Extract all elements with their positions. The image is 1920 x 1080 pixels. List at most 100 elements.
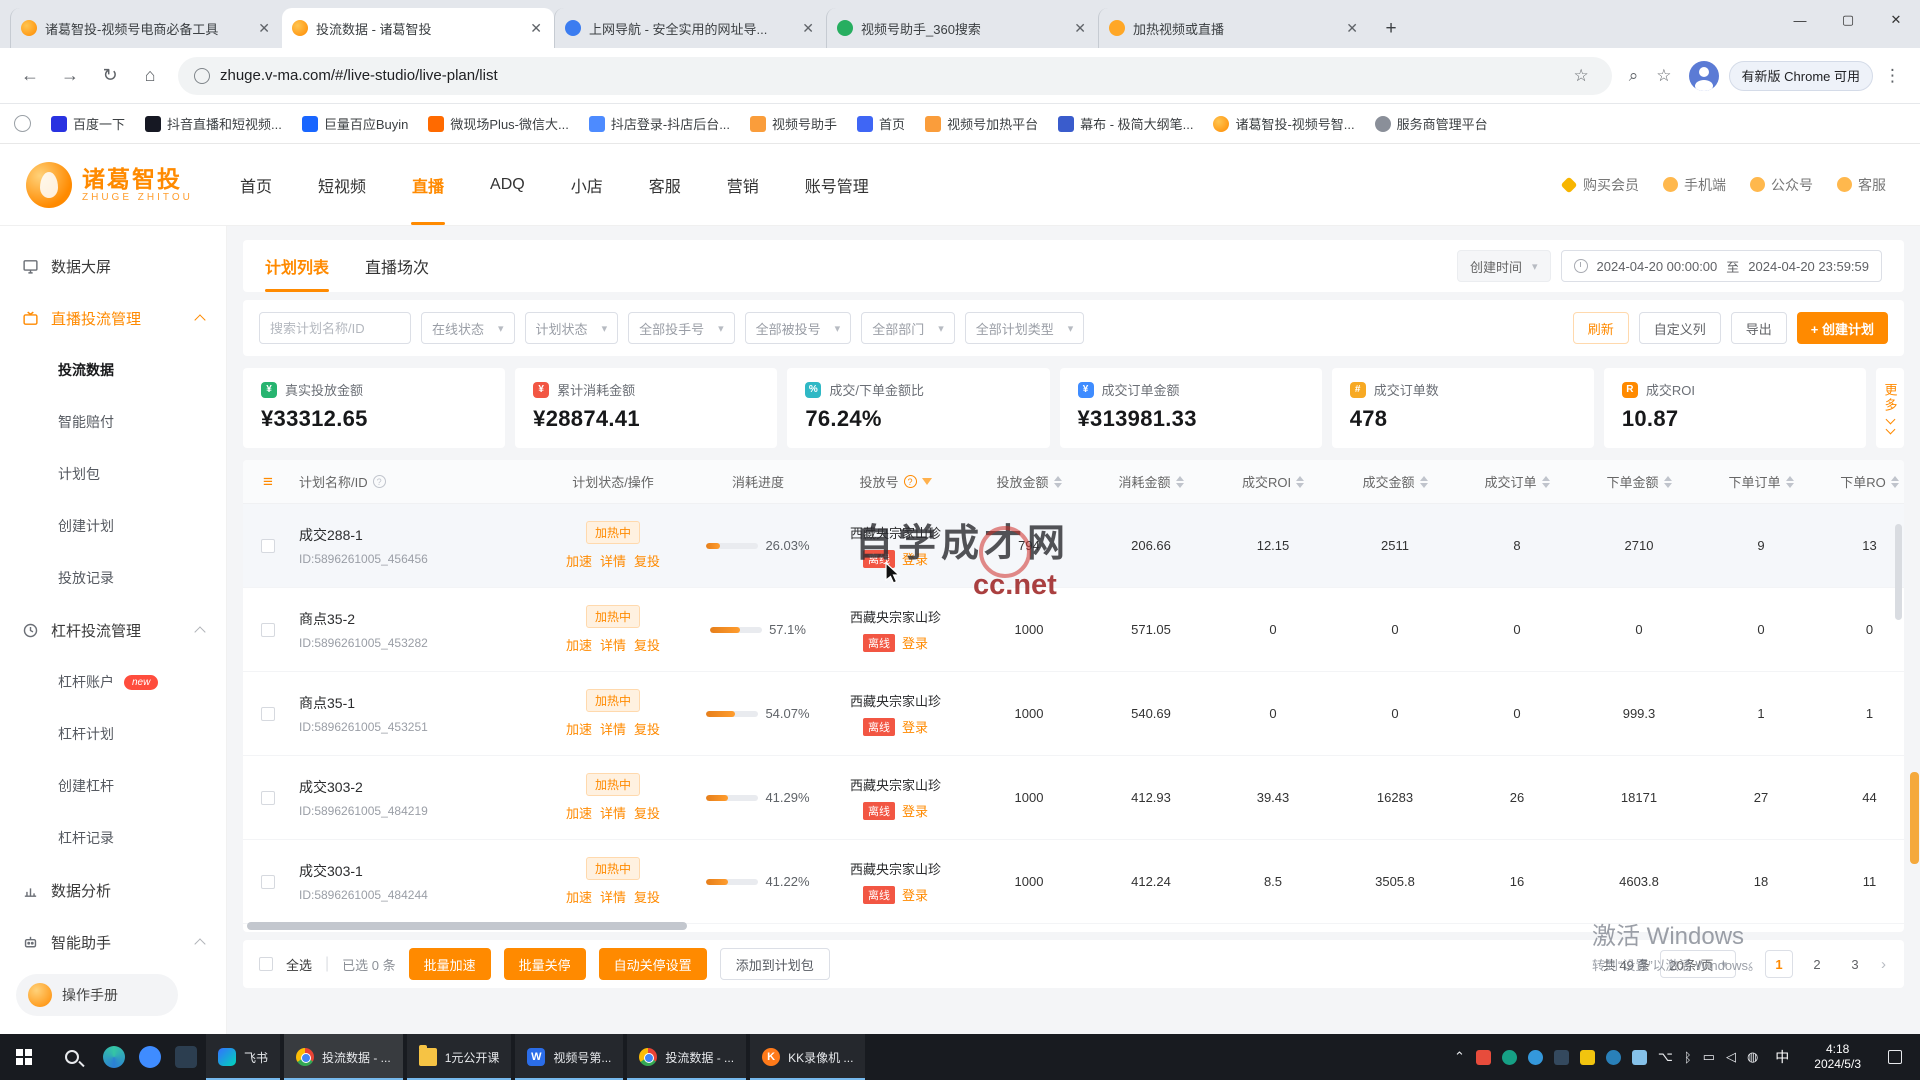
- column-roi[interactable]: 成交ROI: [1212, 472, 1334, 491]
- taskbar-app-kk-recorder[interactable]: K KK录像机 ...: [750, 1034, 865, 1080]
- sidebar-item-lever-account[interactable]: 杠杆账户 new: [0, 656, 226, 708]
- detail-link[interactable]: 详情: [600, 551, 626, 570]
- row-checkbox[interactable]: [261, 623, 275, 637]
- sidebar-item-ads-data[interactable]: 投流数据: [0, 344, 226, 396]
- table-row[interactable]: 成交303-2ID:5896261005_484219 加热中加速详情复投 41…: [243, 756, 1904, 840]
- official-account-link[interactable]: 公众号: [1750, 175, 1813, 195]
- sort-icon[interactable]: [1542, 476, 1550, 488]
- bookmark-item[interactable]: 抖音直播和短视频...: [145, 114, 282, 133]
- maximize-button[interactable]: ▢: [1824, 0, 1872, 40]
- scrollbar-thumb[interactable]: [247, 922, 687, 930]
- row-checkbox[interactable]: [261, 875, 275, 889]
- browser-tab[interactable]: 诸葛智投-视频号电商必备工具 ✕: [10, 8, 282, 48]
- bookmark-item[interactable]: 百度一下: [51, 114, 125, 133]
- start-button[interactable]: [0, 1034, 48, 1080]
- bookmark-item[interactable]: 视频号加热平台: [925, 114, 1038, 133]
- sort-icon[interactable]: [1176, 476, 1184, 488]
- mobile-link[interactable]: 手机端: [1663, 175, 1726, 195]
- sidebar-item-plan-package[interactable]: 计划包: [0, 448, 226, 500]
- url-bar[interactable]: zhuge.v-ma.com/#/live-studio/live-plan/l…: [178, 57, 1612, 95]
- taskbar-app-feishu[interactable]: 飞书: [206, 1034, 280, 1080]
- column-account[interactable]: 投放号?: [823, 472, 968, 491]
- edge-icon[interactable]: [103, 1046, 125, 1068]
- add-to-package-button[interactable]: 添加到计划包: [720, 948, 830, 980]
- search-input[interactable]: [259, 312, 411, 344]
- browser-pin-icon[interactable]: [139, 1046, 161, 1068]
- row-checkbox[interactable]: [261, 707, 275, 721]
- sidebar-item-create-lever[interactable]: 创建杠杆: [0, 760, 226, 812]
- browser-tab[interactable]: 加热视频或直播 ✕: [1098, 8, 1370, 48]
- login-link[interactable]: 登录: [902, 633, 928, 652]
- bookmark-item[interactable]: 微现场Plus-微信大...: [428, 114, 568, 133]
- taskbar-clock[interactable]: 4:18 2024/5/3: [1806, 1042, 1869, 1072]
- home-icon[interactable]: ⌂: [132, 58, 168, 94]
- bookmark-item[interactable]: 巨量百应Buyin: [302, 114, 409, 133]
- date-range-picker[interactable]: 2024-04-20 00:00:00 至 2024-04-20 23:59:5…: [1561, 250, 1882, 282]
- login-link[interactable]: 登录: [902, 801, 928, 820]
- accelerate-link[interactable]: 加速: [566, 635, 592, 654]
- bookmark-item[interactable]: 服务商管理平台: [1375, 114, 1488, 133]
- column-order-ro[interactable]: 下单RO: [1822, 472, 1904, 491]
- search-icon[interactable]: ⌕: [1622, 66, 1646, 86]
- nav-live[interactable]: 直播: [412, 144, 444, 225]
- accelerate-link[interactable]: 加速: [566, 551, 592, 570]
- create-plan-button[interactable]: + 创建计划: [1797, 312, 1888, 344]
- bookmark-item[interactable]: 首页: [857, 114, 905, 133]
- sidebar-item-live-ads[interactable]: 直播投流管理: [0, 292, 226, 344]
- tab-close-icon[interactable]: ✕: [528, 20, 544, 37]
- prev-page-icon[interactable]: ‹: [1746, 956, 1755, 973]
- sidebar-item-smart-assistant[interactable]: 智能助手: [0, 916, 226, 968]
- taskbar-app-wechat-channels[interactable]: W 视频号第...: [515, 1034, 623, 1080]
- sidebar-item-lever-ads[interactable]: 杠杆投流管理: [0, 604, 226, 656]
- tab-live-sessions[interactable]: 直播场次: [365, 240, 429, 292]
- batch-accelerate-button[interactable]: 批量加速: [409, 948, 491, 980]
- more-stats-button[interactable]: 更多: [1876, 368, 1904, 448]
- sort-icon[interactable]: [1054, 476, 1062, 488]
- taskbar-search-button[interactable]: [48, 1034, 96, 1080]
- page-3-button[interactable]: 3: [1841, 950, 1869, 978]
- buy-membership-link[interactable]: 购买会员: [1561, 175, 1639, 195]
- site-logo[interactable]: 诸葛智投 ZHUGE ZHITOU: [26, 162, 226, 208]
- bookmark-item[interactable]: 诸葛智投-视频号智...: [1213, 114, 1354, 133]
- refresh-icon[interactable]: ↻: [92, 58, 128, 94]
- plan-type-select[interactable]: 全部计划类型▾: [965, 312, 1085, 344]
- tray-app-icon[interactable]: [1580, 1050, 1595, 1065]
- app-pin-icon[interactable]: [175, 1046, 197, 1068]
- forward-icon[interactable]: →: [52, 58, 88, 94]
- sidebar-item-data-analysis[interactable]: 数据分析: [0, 864, 226, 916]
- login-link[interactable]: 登录: [902, 885, 928, 904]
- accelerate-link[interactable]: 加速: [566, 719, 592, 738]
- column-deal-orders[interactable]: 成交订单: [1456, 472, 1578, 491]
- tab-close-icon[interactable]: ✕: [1072, 20, 1088, 37]
- row-checkbox[interactable]: [261, 539, 275, 553]
- tray-app-icon[interactable]: [1528, 1050, 1543, 1065]
- back-icon[interactable]: ←: [12, 58, 48, 94]
- online-status-select[interactable]: 在线状态▾: [421, 312, 515, 344]
- nav-adq[interactable]: ADQ: [490, 144, 525, 225]
- re-invest-link[interactable]: 复投: [634, 635, 660, 654]
- network-icon[interactable]: ◍: [1747, 1049, 1758, 1065]
- input-method-indicator[interactable]: 中: [1769, 1047, 1795, 1067]
- bookmark-item[interactable]: 视频号助手: [750, 114, 837, 133]
- browser-tab[interactable]: 视频号助手_360搜索 ✕: [826, 8, 1098, 48]
- profile-avatar[interactable]: [1689, 61, 1719, 91]
- page-size-select[interactable]: 20条/页▾: [1660, 950, 1736, 978]
- nav-home[interactable]: 首页: [240, 144, 272, 225]
- hidden-icons-chevron-icon[interactable]: ⌃: [1454, 1049, 1465, 1065]
- globe-icon[interactable]: [14, 115, 31, 132]
- sidebar-item-delivery-records[interactable]: 投放记录: [0, 552, 226, 604]
- nav-service[interactable]: 客服: [649, 144, 681, 225]
- volume-icon[interactable]: ◁: [1726, 1049, 1736, 1065]
- column-consume[interactable]: 消耗金额: [1090, 472, 1212, 491]
- tray-shield-icon[interactable]: [1606, 1050, 1621, 1065]
- manual-button[interactable]: 操作手册: [16, 974, 178, 1016]
- table-row[interactable]: 商点35-2ID:5896261005_453282 加热中加速详情复投 57.…: [243, 588, 1904, 672]
- refresh-button[interactable]: 刷新: [1573, 312, 1629, 344]
- sidebar-item-create-plan[interactable]: 创建计划: [0, 500, 226, 552]
- table-row[interactable]: 成交288-1ID:5896261005_456456 加热中加速详情复投 26…: [243, 504, 1904, 588]
- detail-link[interactable]: 详情: [600, 887, 626, 906]
- bookmark-item[interactable]: 幕布 - 极简大纲笔...: [1058, 114, 1193, 133]
- sidebar-item-lever-records[interactable]: 杠杆记录: [0, 812, 226, 864]
- plan-status-select[interactable]: 计划状态▾: [525, 312, 619, 344]
- site-info-icon[interactable]: [194, 68, 210, 84]
